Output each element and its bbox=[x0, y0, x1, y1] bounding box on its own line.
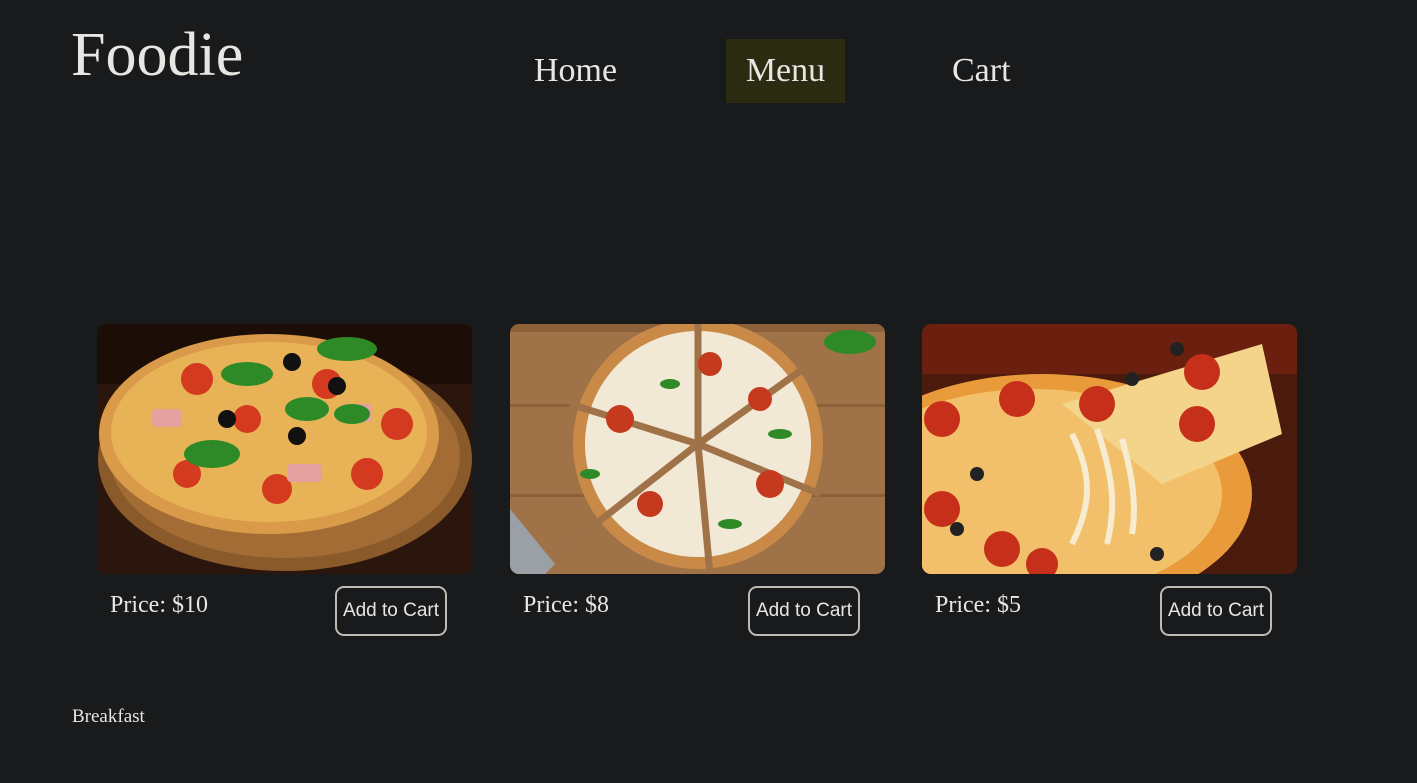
nav-menu-link[interactable]: Menu bbox=[726, 39, 845, 103]
product-card: Price: $8 Add to Cart bbox=[510, 324, 885, 644]
add-to-cart-button[interactable]: Add to Cart bbox=[335, 586, 447, 636]
add-to-cart-button[interactable]: Add to Cart bbox=[748, 586, 860, 636]
product-price: Price: $10 bbox=[110, 592, 208, 618]
nav-cart-link[interactable]: Cart bbox=[952, 39, 1011, 103]
product-price: Price: $8 bbox=[523, 592, 609, 618]
pizza-pepperoni-image bbox=[922, 324, 1297, 574]
product-price: Price: $5 bbox=[935, 592, 1021, 618]
pizza-whole-image bbox=[97, 324, 472, 574]
pizza-sliced-image bbox=[510, 324, 885, 574]
product-card: Price: $10 Add to Cart bbox=[97, 324, 472, 644]
add-to-cart-button[interactable]: Add to Cart bbox=[1160, 586, 1272, 636]
section-label-breakfast: Breakfast bbox=[72, 706, 145, 727]
logo: Foodie bbox=[71, 21, 244, 89]
product-card: Price: $5 Add to Cart bbox=[922, 324, 1297, 644]
nav-home-link[interactable]: Home bbox=[534, 39, 617, 103]
page: Foodie Home Menu Cart Price: $10 Add to … bbox=[0, 0, 1417, 783]
